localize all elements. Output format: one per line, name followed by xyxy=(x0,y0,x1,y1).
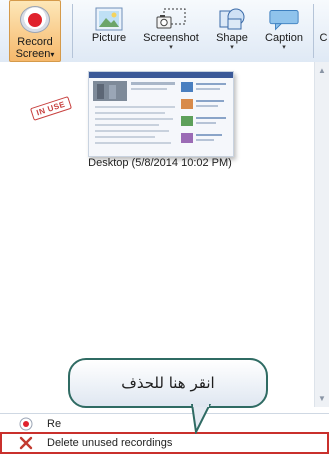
record-label-line1: Record xyxy=(17,36,53,48)
record-small-icon xyxy=(19,417,33,431)
in-use-stamp: IN USE xyxy=(29,96,72,121)
desktop-preview-image xyxy=(89,72,233,156)
caption-icon xyxy=(268,6,300,32)
cutoff-ribbon-button[interactable]: C xyxy=(318,0,329,62)
recording-caption: Desktop (5/8/2014 10:02 PM) xyxy=(88,157,232,169)
shape-icon xyxy=(216,6,248,32)
ribbon-toolbar: Record Screen▾ Picture Screenshot ▾ Shap… xyxy=(0,0,329,63)
callout-pointer xyxy=(190,404,212,434)
scroll-down-arrow-icon[interactable]: ▼ xyxy=(318,394,326,403)
shape-dropdown-icon[interactable]: ▾ xyxy=(230,44,234,52)
caption-dropdown-icon[interactable]: ▾ xyxy=(282,44,286,52)
delete-unused-recordings-row[interactable]: Delete unused recordings xyxy=(0,432,329,454)
delete-x-icon xyxy=(19,436,33,450)
delete-unused-recordings-label: Delete unused recordings xyxy=(47,437,173,449)
record-row-label: Re xyxy=(47,418,62,430)
picture-icon xyxy=(93,6,125,32)
shape-label: Shape xyxy=(216,32,248,44)
recording-thumbnail[interactable] xyxy=(88,71,234,157)
callout-text: انقر هنا للحذف xyxy=(121,374,215,392)
record-icon xyxy=(20,6,50,33)
picture-button[interactable]: Picture xyxy=(85,0,133,62)
annotation-callout: انقر هنا للحذف xyxy=(68,358,268,408)
record-screen-button[interactable]: Record Screen▾ xyxy=(9,0,61,62)
record-label-line2: Screen▾ xyxy=(15,48,55,60)
ribbon-separator xyxy=(313,4,314,58)
screenshot-button[interactable]: Screenshot ▾ xyxy=(135,0,207,62)
shape-button[interactable]: Shape ▾ xyxy=(209,0,255,62)
screenshot-dropdown-icon[interactable]: ▾ xyxy=(169,44,173,52)
ribbon-separator xyxy=(72,4,73,58)
recordings-pane: IN USE Desktop (5/8/2014 10:02 PM) xyxy=(0,62,315,407)
vertical-scrollbar[interactable]: ▲ ▼ xyxy=(314,62,329,407)
scroll-up-arrow-icon[interactable]: ▲ xyxy=(318,66,326,75)
caption-button[interactable]: Caption ▾ xyxy=(257,0,311,62)
screenshot-icon xyxy=(155,6,187,32)
record-row[interactable]: Re xyxy=(0,413,329,434)
cutoff-ribbon-label: C xyxy=(319,32,328,44)
caption-label: Caption xyxy=(265,32,303,44)
screenshot-label: Screenshot xyxy=(143,32,199,44)
picture-label: Picture xyxy=(91,32,127,44)
